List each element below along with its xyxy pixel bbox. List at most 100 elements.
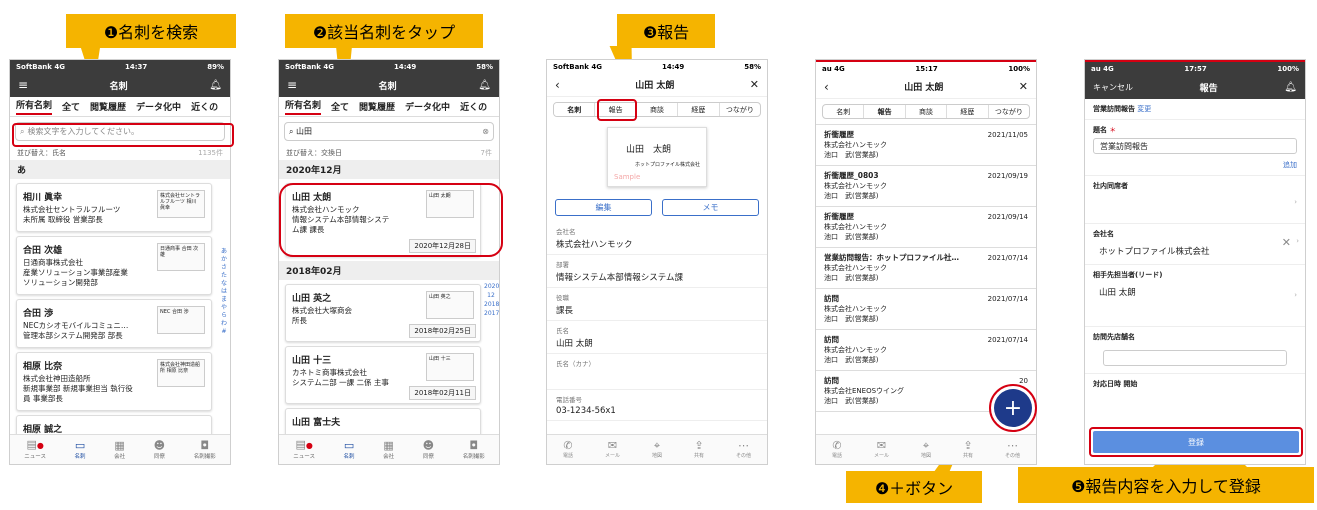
chevron-right-icon: › <box>1296 237 1299 245</box>
back-icon[interactable]: ‹ <box>555 78 560 92</box>
tab-owned[interactable]: 所有名刺 <box>16 98 53 115</box>
tab-digitizing[interactable]: データ化中 <box>405 100 450 113</box>
report-item[interactable]: 訪問 2021/07/14 株式会社ハンモック 池口 武(営業部) <box>816 330 1036 371</box>
bell-icon[interactable]: 🔔︎ <box>1284 82 1297 93</box>
tab-career[interactable]: 経歴 <box>947 105 989 118</box>
nav-colleagues[interactable]: ☻ 同僚 <box>154 439 165 460</box>
memo-button[interactable]: メモ <box>662 199 759 216</box>
action-mail[interactable]: ✉ メール <box>604 440 620 460</box>
tab-deals[interactable]: 商談 <box>637 103 679 116</box>
action-more[interactable]: ⋯ その他 <box>736 440 751 460</box>
report-item[interactable]: 折衝履歴 2021/09/14 株式会社ハンモック 池口 武(営業部) <box>816 207 1036 248</box>
action-map[interactable]: ⌖ 地図 <box>921 440 931 460</box>
index-a[interactable]: あ <box>220 248 228 256</box>
card-item[interactable]: 山田 十三 カネトミ商事株式会社 システム二部 一課 二係 主事 山田 十三 2018年… <box>285 346 481 404</box>
action-phone[interactable]: ✆ 電話 <box>563 440 573 460</box>
nav-news[interactable]: ▤● ニュース <box>24 439 46 461</box>
tab-nearby[interactable]: 近くの <box>460 100 487 113</box>
tab-report[interactable]: 報告 <box>864 105 906 118</box>
tab-connections[interactable]: つながり <box>989 105 1029 118</box>
bell-icon[interactable]: 🔔︎ <box>209 80 222 91</box>
field-company[interactable]: 会社名 株式会社ハンモック <box>547 222 767 255</box>
card-image[interactable]: 山田 太朗 ホットプロファイル株式会社 Sample <box>607 127 707 187</box>
index-ma[interactable]: ま <box>220 296 228 304</box>
action-more[interactable]: ⋯ その他 <box>1005 440 1020 460</box>
clear-icon[interactable]: ✕ <box>1282 236 1291 249</box>
clear-icon[interactable]: ⊗ <box>482 127 489 136</box>
close-icon[interactable]: ✕ <box>750 78 759 91</box>
action-share[interactable]: ⇪ 共有 <box>694 440 704 460</box>
index-2018[interactable]: 2018 <box>484 300 499 309</box>
change-link[interactable]: 変更 <box>1137 105 1151 113</box>
tab-card[interactable]: 名刺 <box>554 103 596 116</box>
report-item[interactable]: 営業訪問報告：ホットプロファイル社… 2021/07/14 株式会社ハンモック 池口 … <box>816 248 1036 289</box>
index-2020[interactable]: 2020 <box>484 282 499 291</box>
index-ka[interactable]: か <box>220 256 228 264</box>
action-phone[interactable]: ✆ 電話 <box>832 440 842 460</box>
report-item[interactable]: 折衝履歴_0803 2021/09/19 株式会社ハンモック 池口 武(営業部) <box>816 166 1036 207</box>
nav-company[interactable]: ▦ 会社 <box>114 439 125 460</box>
nav-scan[interactable]: ◘ 名刺撮影 <box>194 439 216 460</box>
tab-digitizing[interactable]: データ化中 <box>136 100 181 113</box>
nav-colleagues[interactable]: ☻ 同僚 <box>423 439 434 460</box>
edit-button[interactable]: 編集 <box>555 199 652 216</box>
contact-section[interactable]: 相手先担当者(リード) 山田 太朗 › <box>1085 265 1305 327</box>
action-mail[interactable]: ✉ メール <box>874 440 889 460</box>
field-phone[interactable]: 電話番号 03-1234-56x1 <box>547 390 767 421</box>
card-item[interactable]: 山田 英之 株式会社大塚商会 所長 山田 英之 2018年02月25日 <box>285 284 481 342</box>
tab-connections[interactable]: つながり <box>720 103 760 116</box>
menu-icon[interactable]: ≡ <box>18 78 28 92</box>
bell-icon[interactable]: 🔔︎ <box>478 80 491 91</box>
search-input[interactable]: ⌕ 山田 ⊗ <box>284 122 494 141</box>
company-section[interactable]: 会社名 ホットプロファイル株式会社 ✕ › <box>1085 224 1305 265</box>
store-input[interactable] <box>1103 350 1287 366</box>
index-ya[interactable]: や <box>220 304 228 312</box>
tab-history[interactable]: 閲覧履歴 <box>90 100 126 113</box>
nav-scan[interactable]: ◘ 名刺撮影 <box>463 439 485 460</box>
action-map[interactable]: ⌖ 地図 <box>652 440 662 460</box>
index-ta[interactable]: た <box>220 272 228 280</box>
close-icon[interactable]: ✕ <box>1019 80 1028 93</box>
index-sa[interactable]: さ <box>220 264 228 272</box>
card-item[interactable]: 合田 渉 NECカシオモバイルコミュニ… 管理本部システム開発部 部長 NEC 合田 … <box>16 299 212 348</box>
year-index[interactable]: 2020 12 2018 2017 <box>484 282 499 318</box>
index-na[interactable]: な <box>220 280 228 288</box>
sort-dropdown[interactable]: 並び替え：氏名 <box>17 148 66 158</box>
index-ha[interactable]: は <box>220 288 228 296</box>
index-other[interactable]: # <box>220 328 228 336</box>
index-2017[interactable]: 2017 <box>484 309 499 318</box>
cancel-button[interactable]: キャンセル <box>1093 82 1133 93</box>
report-item[interactable]: 折衝履歴 2021/11/05 株式会社ハンモック 池口 武(営業部) <box>816 125 1036 166</box>
tab-all[interactable]: 全て <box>331 100 349 113</box>
index-wa[interactable]: わ <box>220 320 228 328</box>
card-item[interactable]: 相川 眞幸 株式会社セントラルフルーツ 未所属 取締役 営業部長 株式会社セントラルフ… <box>16 183 212 232</box>
menu-icon[interactable]: ≡ <box>287 78 297 92</box>
report-item[interactable]: 訪問 2021/07/14 株式会社ハンモック 池口 武(営業部) <box>816 289 1036 330</box>
tab-all[interactable]: 全て <box>62 100 80 113</box>
tab-owned[interactable]: 所有名刺 <box>285 98 322 115</box>
sort-dropdown[interactable]: 並び替え：交換日 <box>286 148 342 158</box>
index-ra[interactable]: ら <box>220 312 228 320</box>
add-link[interactable]: 追加 <box>1093 160 1297 170</box>
nav-cards[interactable]: ▭ 名刺 <box>75 439 86 460</box>
tab-career[interactable]: 経歴 <box>678 103 720 116</box>
nav-cards[interactable]: ▭ 名刺 <box>344 439 355 460</box>
tab-deals[interactable]: 商談 <box>906 105 948 118</box>
internal-attendees[interactable]: 社内同席者 › <box>1085 176 1305 224</box>
card-item[interactable]: 相原 比奈 株式会社神田造船所 新規事業部 新規事業担当 執行役員 事業部長 株式会社… <box>16 352 212 411</box>
index-12[interactable]: 12 <box>484 291 498 300</box>
tab-history[interactable]: 閲覧履歴 <box>359 100 395 113</box>
back-icon[interactable]: ‹ <box>824 80 829 94</box>
nav-news[interactable]: ▤● ニュース <box>293 439 315 461</box>
tab-nearby[interactable]: 近くの <box>191 100 218 113</box>
action-share[interactable]: ⇪ 共有 <box>963 440 973 460</box>
card-item[interactable]: 山田 富士夫 <box>285 408 481 437</box>
subject-input[interactable]: 営業訪問報告 <box>1093 138 1297 154</box>
nav-company[interactable]: ▦ 会社 <box>383 439 394 460</box>
register-button[interactable]: 登録 <box>1093 431 1299 453</box>
add-report-button[interactable]: + <box>989 384 1037 432</box>
tab-card[interactable]: 名刺 <box>823 105 865 118</box>
action-label: メール <box>604 453 620 459</box>
card-item[interactable]: 合田 次雄 日通商事株式会社 産業ソリューション事業部産業 ソリューション開発部 日通商… <box>16 236 212 295</box>
alphabet-index[interactable]: あかさたなはまやらわ # <box>220 248 228 336</box>
